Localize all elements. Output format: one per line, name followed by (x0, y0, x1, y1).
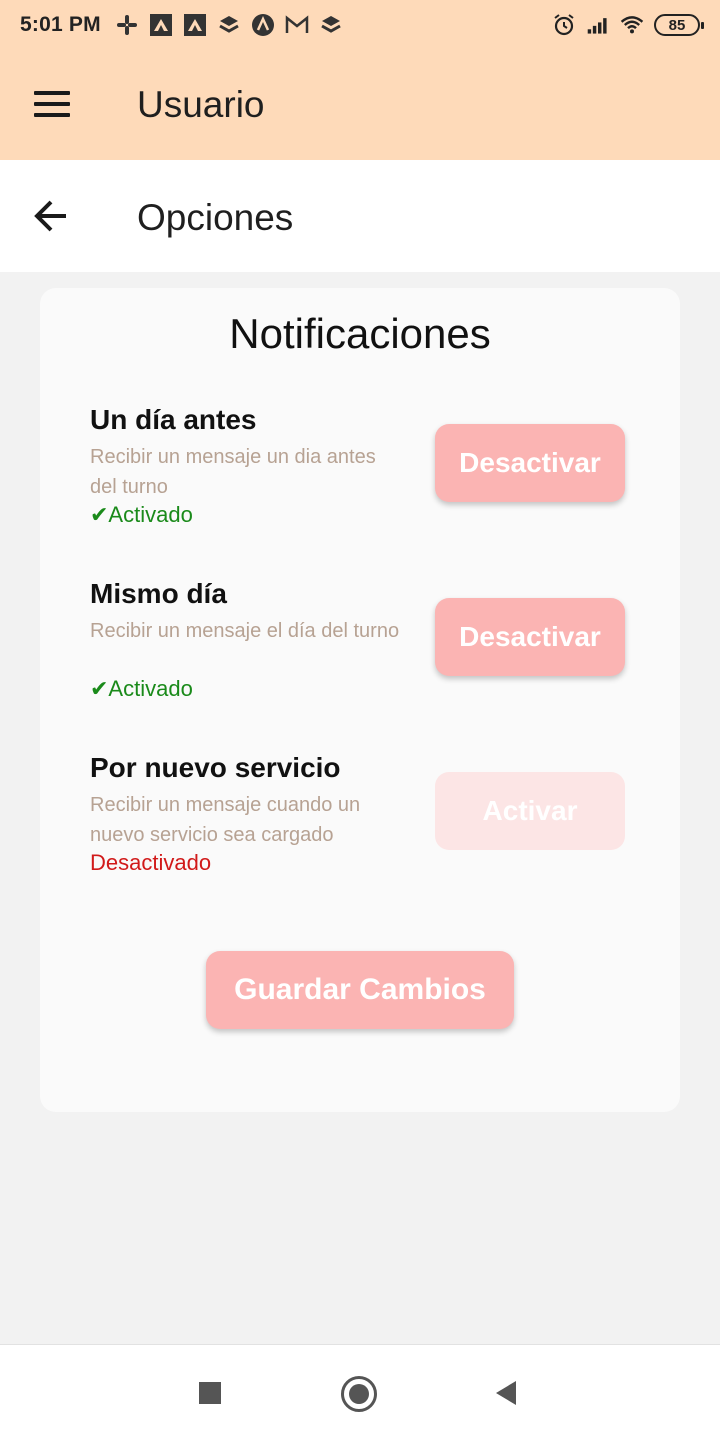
option-title: Por nuevo servicio (90, 752, 341, 783)
back-arrow-icon[interactable] (32, 198, 70, 234)
page-title: Opciones (137, 197, 294, 238)
layers-icon (217, 13, 241, 37)
layers-icon (319, 13, 343, 37)
deactivate-button[interactable]: Desactivar (435, 424, 625, 502)
app-icon (183, 13, 207, 37)
status-time: 5:01 PM (20, 13, 101, 36)
battery-indicator: 85 (654, 14, 704, 36)
signal-icon (586, 13, 610, 37)
option-status: Desactivado (90, 850, 212, 875)
hamburger-menu-icon[interactable] (34, 91, 70, 119)
option-status: ✔Activado (90, 502, 193, 527)
a-icon (251, 13, 275, 37)
app-bar: Usuario (0, 50, 720, 160)
gmail-icon (285, 13, 309, 37)
system-nav-bar (0, 1344, 720, 1440)
slack-icon (115, 13, 139, 37)
status-right: 85 (552, 13, 704, 37)
card-title: Notificaciones (229, 310, 491, 357)
alarm-icon (552, 13, 576, 37)
activate-button[interactable]: Activar (435, 772, 625, 850)
option-mismo-dia: Mismo día Recibir un mensaje el día del … (90, 578, 650, 718)
status-bar: 5:01 PM 85 (0, 0, 720, 50)
save-changes-button[interactable]: Guardar Cambios (206, 951, 514, 1029)
deactivate-button[interactable]: Desactivar (435, 598, 625, 676)
app-icon (149, 13, 173, 37)
option-title: Mismo día (90, 578, 227, 609)
option-status: ✔Activado (90, 676, 193, 701)
option-dia-antes: Un día antes Recibir un mensaje un dia a… (90, 404, 650, 544)
sub-header: Opciones (0, 160, 720, 272)
triangle-back-icon[interactable] (496, 1381, 516, 1405)
wifi-icon (620, 13, 644, 37)
square-recents-icon[interactable] (199, 1382, 221, 1404)
notifications-card: Notificaciones Un día antes Recibir un m… (40, 288, 680, 1112)
option-description: Recibir un mensaje un dia antes del turn… (90, 446, 376, 498)
circle-home-icon[interactable] (341, 1376, 377, 1412)
option-description: Recibir un mensaje cuando un nuevo servi… (90, 794, 361, 846)
option-title: Un día antes (90, 404, 257, 435)
notification-icons (115, 13, 343, 37)
option-nuevo-servicio: Por nuevo servicio Recibir un mensaje cu… (90, 752, 650, 892)
option-description: Recibir un mensaje el día del turno (90, 620, 400, 642)
app-bar-title: Usuario (137, 84, 265, 125)
